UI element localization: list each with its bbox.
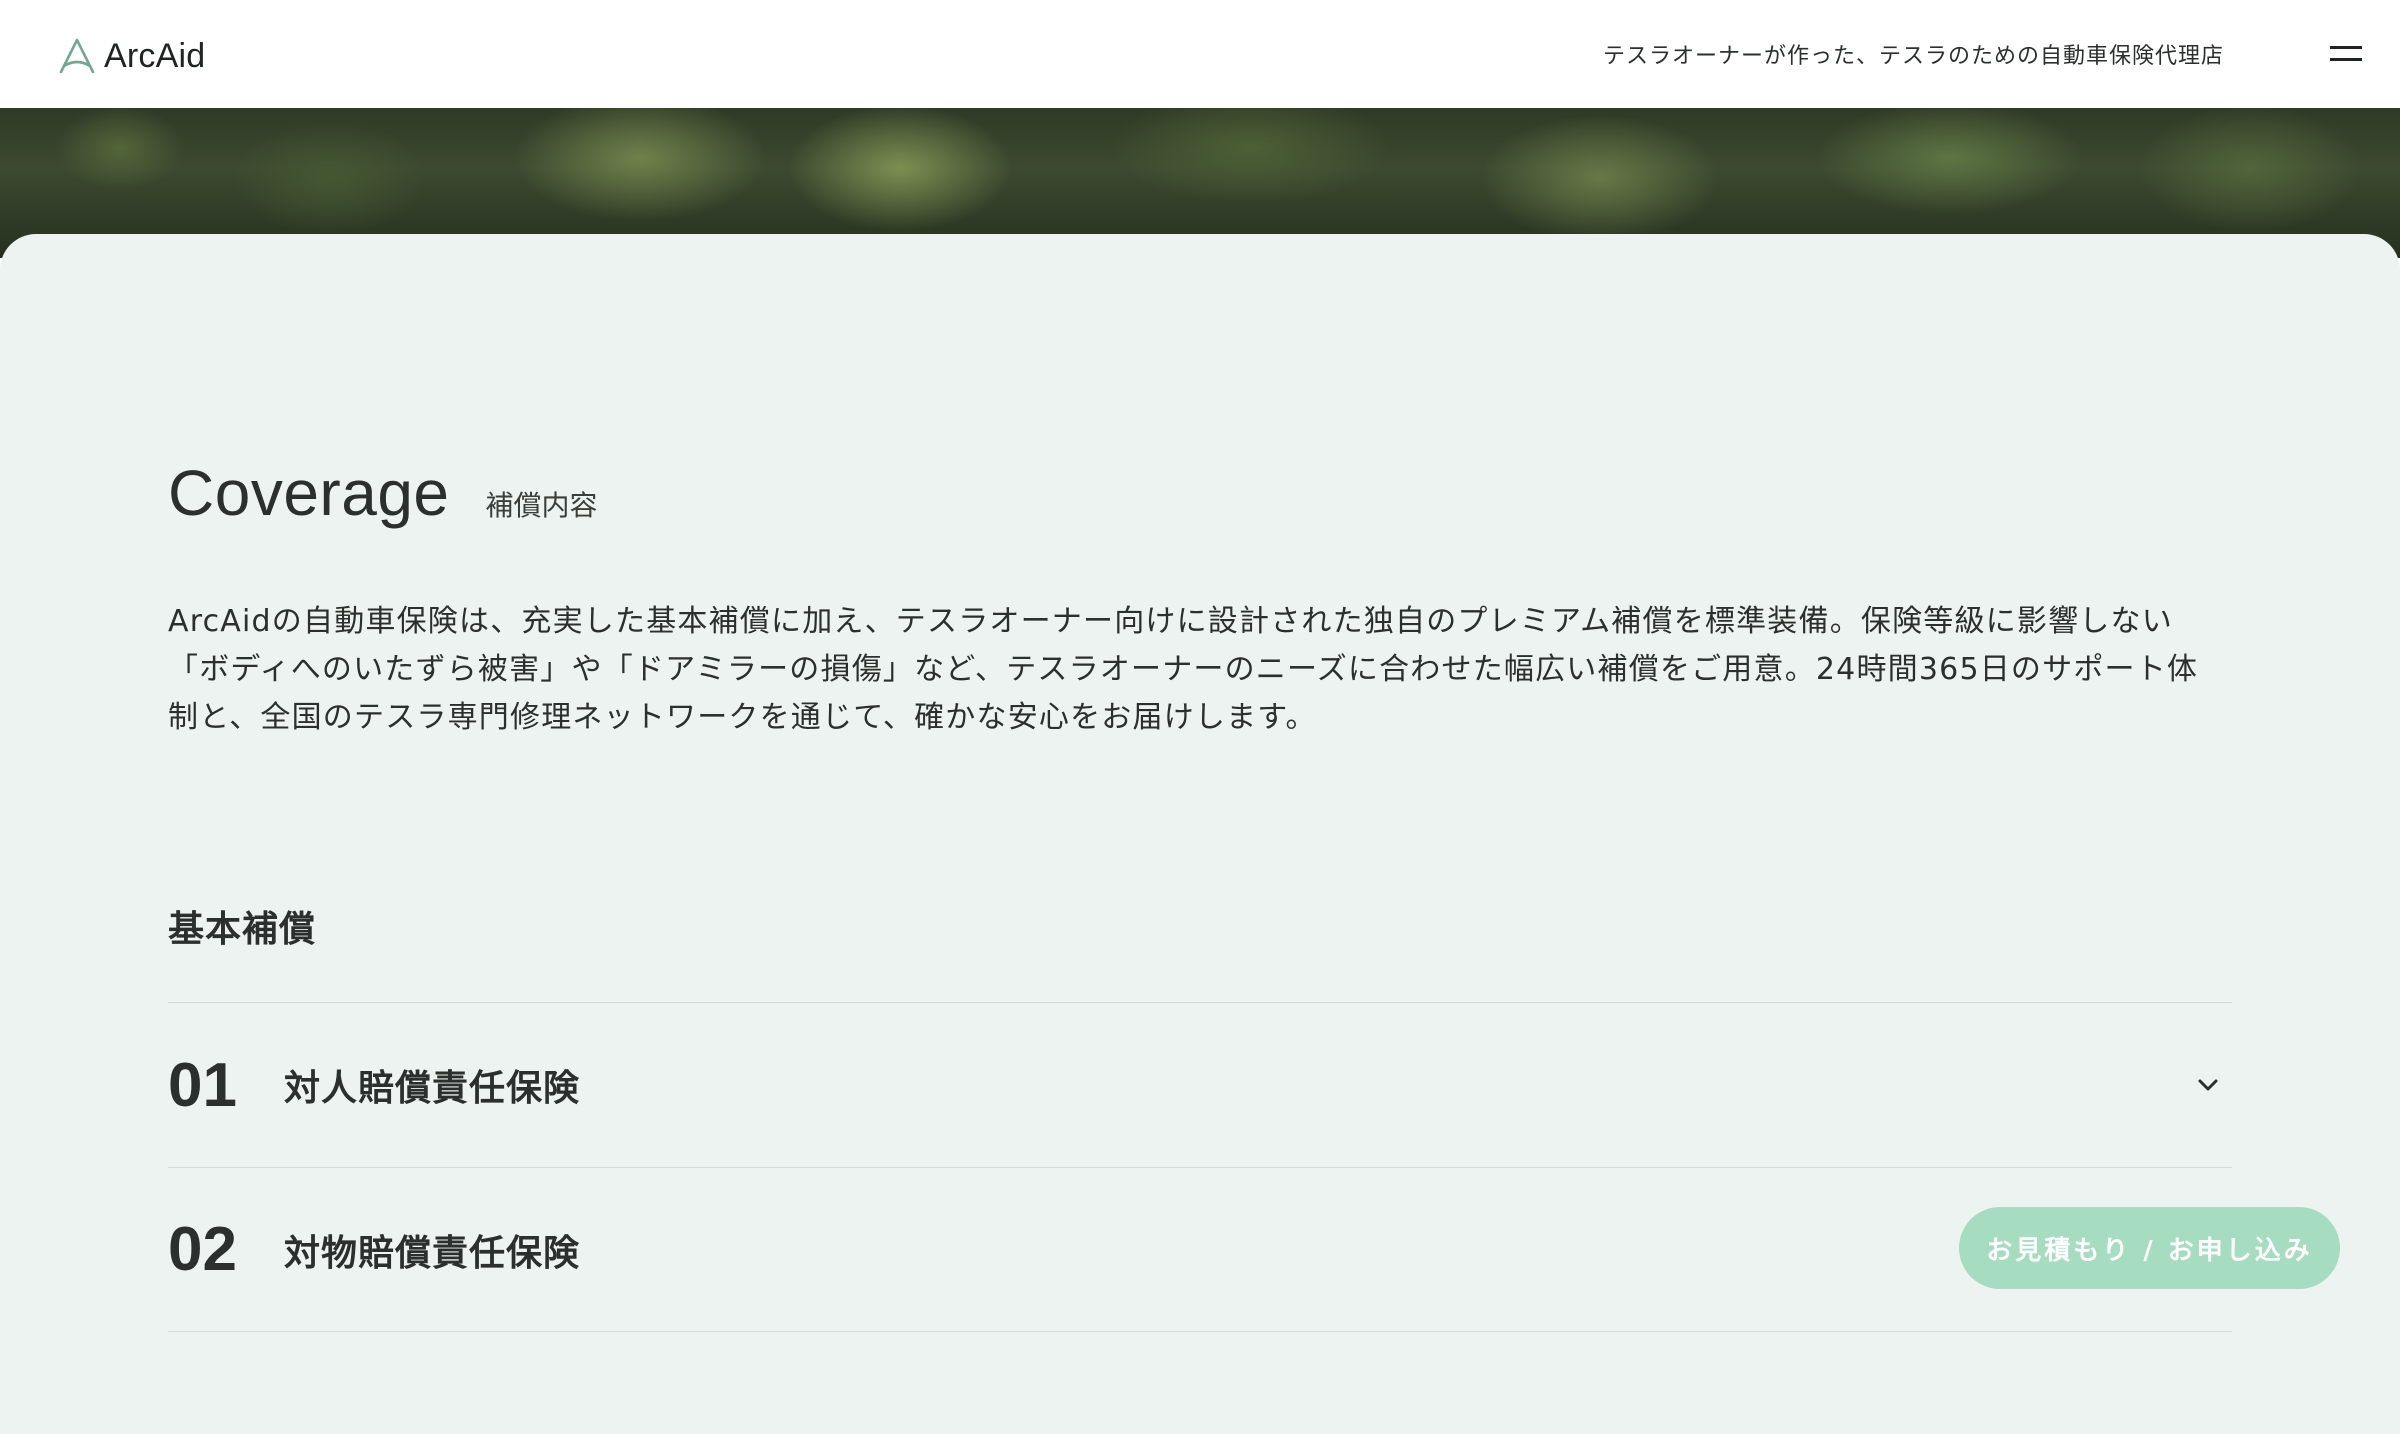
accordion-label: 対人賠償責任保険: [284, 1068, 581, 1109]
chevron-down-icon[interactable]: [2194, 1071, 2222, 1099]
accordion-item-property-damage[interactable]: 02 対物賠償責任保険: [168, 1167, 2232, 1332]
logo-text: ArcAid: [104, 36, 206, 75]
accordion-number: 01: [168, 1050, 237, 1120]
basic-coverage-heading: 基本補償: [168, 909, 317, 950]
section-title: Coverage 補償内容: [168, 456, 598, 530]
section-title-en: Coverage: [168, 457, 450, 529]
logo-icon: [59, 38, 95, 74]
accordion-item-bodily-injury[interactable]: 01 対人賠償責任保険: [168, 1002, 2232, 1167]
quote-apply-button[interactable]: お見積もり / お申し込み: [1959, 1207, 2340, 1289]
section-title-ja: 補償内容: [485, 489, 598, 522]
hamburger-menu-icon[interactable]: [2324, 38, 2368, 68]
coverage-accordion: 01 対人賠償責任保険 02 対物賠償責任保険: [168, 1002, 2232, 1332]
accordion-label: 対物賠償責任保険: [284, 1232, 581, 1274]
accordion-number: 02: [168, 1215, 237, 1284]
coverage-intro-text: ArcAidの自動車保険は、充実した基本補償に加え、テスラオーナー向けに設計され…: [168, 604, 2199, 735]
logo-link[interactable]: ArcAid: [58, 36, 206, 75]
header-tagline: テスラオーナーが作った、テスラのための自動車保険代理店: [1602, 44, 2224, 69]
site-header: ArcAid テスラオーナーが作った、テスラのための自動車保険代理店: [0, 0, 2400, 108]
